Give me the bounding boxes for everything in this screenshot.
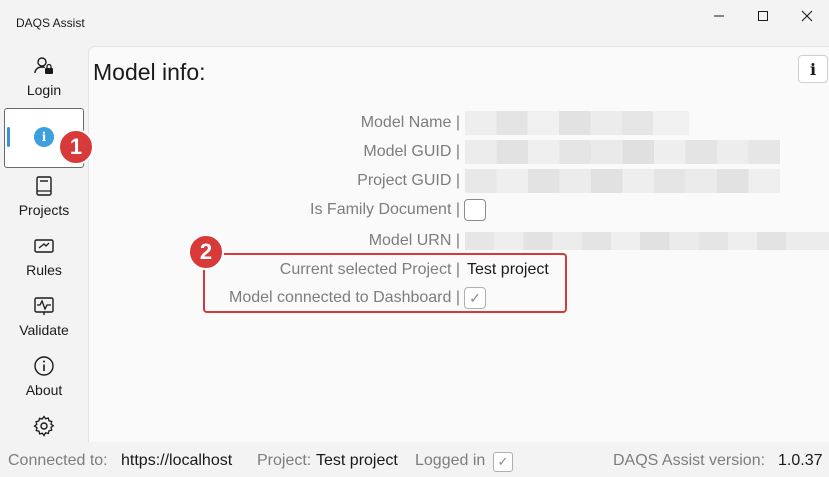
sidebar-item-settings[interactable]: [4, 408, 84, 442]
maximize-icon: [758, 11, 768, 21]
app-title: DAQS Assist: [16, 16, 85, 30]
info-icon: i: [34, 127, 54, 147]
user-lock-icon: [32, 54, 56, 78]
model-guid-row: Model GUID |: [89, 140, 829, 164]
annotation-badge-2: 2: [188, 234, 224, 270]
logged-in-label: Logged in: [415, 452, 486, 469]
model-guid-value-redacted: [465, 140, 780, 164]
active-indicator: [7, 127, 10, 147]
annotation-badge-1: 1: [58, 129, 94, 165]
is-family-row: Is Family Document |: [89, 198, 829, 222]
close-icon: [801, 10, 813, 22]
title-bar: DAQS Assist: [0, 0, 829, 46]
model-name-label: Model Name |: [360, 114, 460, 131]
page-title: Model info:: [93, 59, 206, 85]
minimize-button[interactable]: [697, 5, 741, 27]
version-value: 1.0.37: [778, 452, 823, 469]
project-guid-value-redacted: [465, 169, 780, 193]
logged-in-checkbox[interactable]: ✓: [493, 452, 513, 472]
sidebar-item-label: About: [25, 382, 63, 398]
model-name-value-redacted: [465, 111, 689, 135]
annotation-highlight-box: [203, 253, 567, 313]
sidebar-item-login[interactable]: Login: [4, 48, 84, 104]
is-family-label: Is Family Document |: [310, 201, 460, 218]
sidebar-item-label: Validate: [19, 322, 69, 338]
book-icon: [32, 174, 56, 198]
project-guid-label: Project GUID |: [357, 172, 460, 189]
connected-to-value: https://localhost: [121, 452, 233, 469]
pulse-icon: [32, 294, 56, 318]
sidebar-item-validate[interactable]: Validate: [4, 288, 84, 344]
sidebar-item-label: Login: [26, 82, 62, 98]
model-name-row: Model Name |: [89, 111, 829, 135]
is-family-checkbox[interactable]: [464, 199, 486, 221]
status-bar: Connected to: https://localhost Project:…: [0, 442, 829, 477]
about-icon: [32, 354, 56, 378]
model-urn-value-redacted: [465, 232, 829, 250]
model-guid-label: Model GUID |: [363, 143, 460, 160]
sidebar-item-label: Projects: [18, 202, 70, 218]
info-button[interactable]: i: [798, 55, 828, 83]
sidebar-item-rules[interactable]: Rules: [4, 228, 84, 284]
sidebar-item-about[interactable]: About: [4, 348, 84, 404]
connected-to-label: Connected to:: [8, 452, 108, 469]
minimize-icon: [714, 15, 724, 17]
sidebar-item-label: Rules: [26, 262, 62, 278]
sidebar: Login i Projects Rules Validate About: [0, 46, 88, 442]
project-guid-row: Project GUID |: [89, 169, 829, 193]
sidebar-item-projects[interactable]: Projects: [4, 168, 84, 224]
close-button[interactable]: [785, 5, 829, 27]
gear-icon: [32, 414, 56, 438]
rules-icon: [32, 234, 56, 258]
project-label: Project:: [257, 452, 312, 469]
version-label: DAQS Assist version:: [613, 452, 766, 469]
model-urn-label: Model URN |: [368, 232, 460, 249]
maximize-button[interactable]: [741, 5, 785, 27]
project-value: Test project: [316, 452, 398, 469]
